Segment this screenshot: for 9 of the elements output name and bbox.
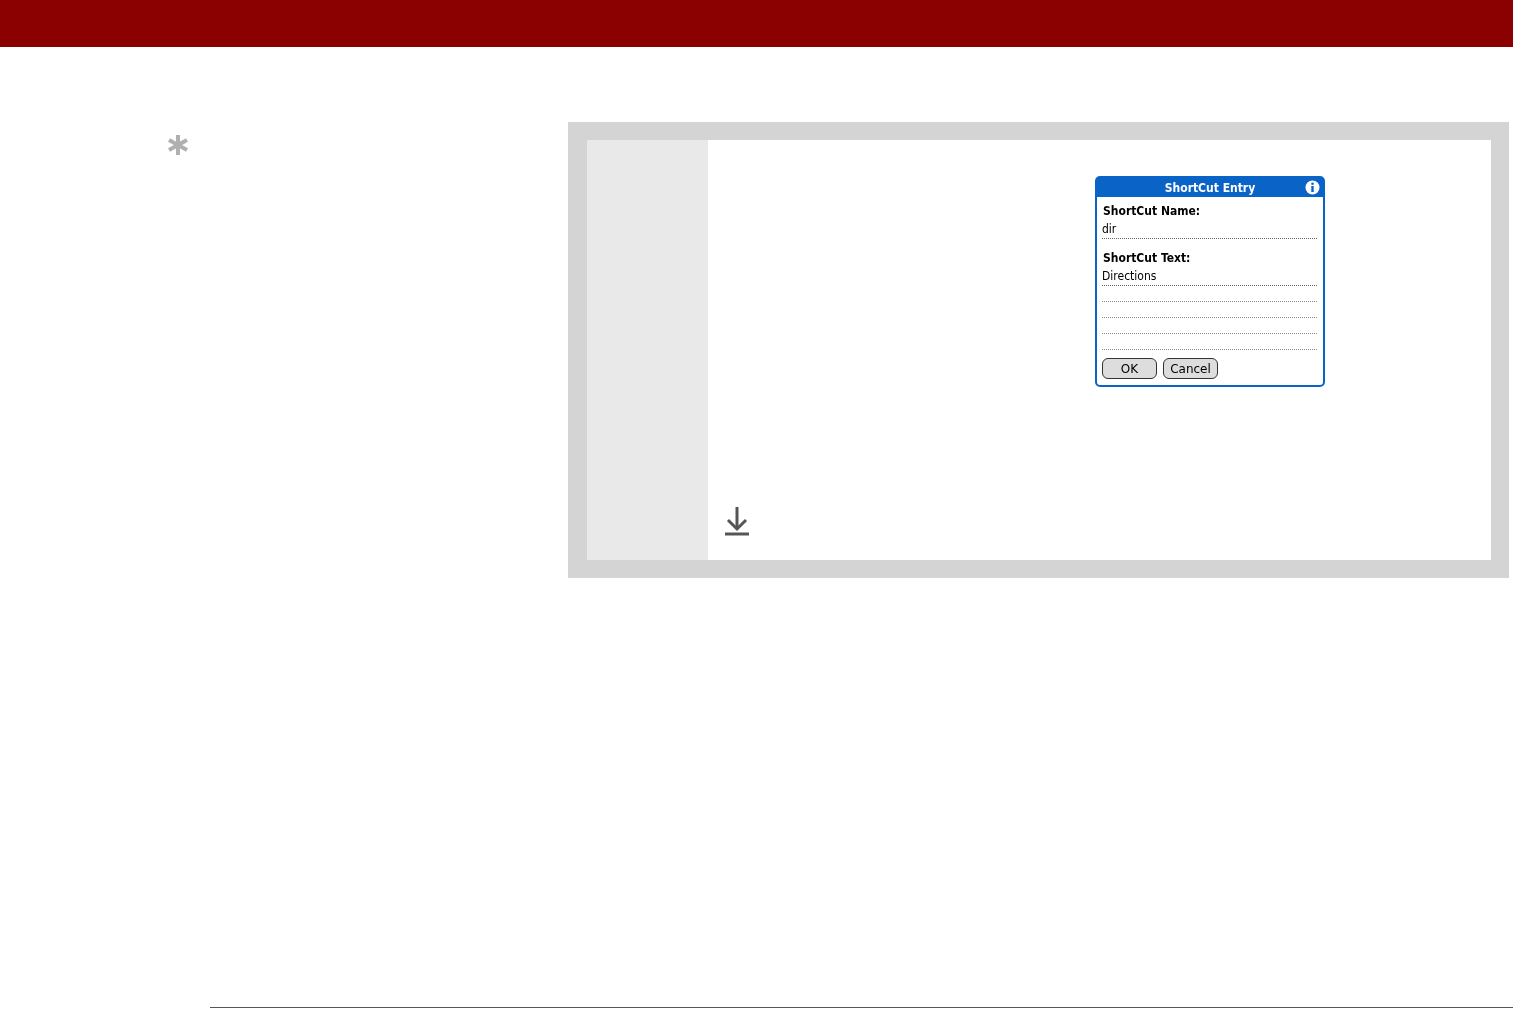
field-label: ShortCut Name:: [1103, 204, 1202, 218]
asterisk-icon: [167, 134, 189, 156]
input-field[interactable]: dir: [1102, 221, 1317, 239]
dialog-button[interactable]: OK: [1102, 358, 1157, 379]
input-field[interactable]: Directions: [1102, 268, 1317, 286]
field-label: ShortCut Text:: [1103, 251, 1192, 265]
dialog-button[interactable]: Cancel: [1163, 358, 1218, 379]
info-icon[interactable]: [1305, 180, 1320, 195]
dialog-title: ShortCut Entry: [1164, 180, 1256, 195]
